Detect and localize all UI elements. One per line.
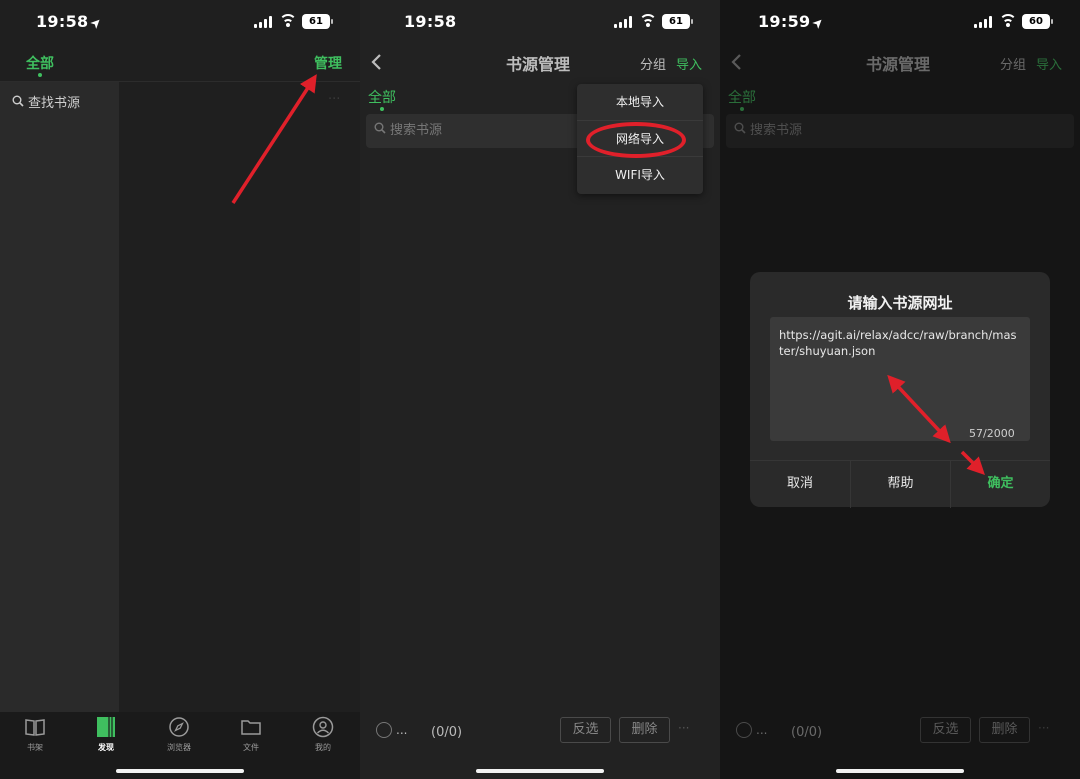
- help-button[interactable]: 帮助: [850, 461, 950, 508]
- cellular-signal-icon: [254, 16, 272, 28]
- category-sidebar: [0, 82, 119, 712]
- import-button[interactable]: 导入: [1036, 54, 1062, 73]
- status-bar: 19:58 61: [360, 0, 720, 46]
- search-label: 查找书源: [28, 96, 81, 111]
- import-button[interactable]: 导入: [676, 54, 702, 73]
- location-arrow-icon: ➤: [809, 14, 829, 33]
- battery-icon: 61: [662, 14, 693, 29]
- back-icon[interactable]: [730, 53, 744, 71]
- char-counter: 57/2000: [969, 427, 1015, 440]
- select-all-radio[interactable]: [736, 722, 752, 738]
- delete-button[interactable]: 删除: [979, 717, 1030, 743]
- nav-browser[interactable]: 浏览器: [154, 716, 204, 753]
- manage-button[interactable]: 管理: [314, 53, 342, 73]
- dialog-title: 请输入书源网址: [847, 294, 953, 312]
- page-title: 书源管理: [866, 55, 931, 74]
- menu-item-wifi-import[interactable]: WIFI导入: [577, 156, 703, 192]
- tab-all[interactable]: 全部: [368, 87, 396, 107]
- more-icon[interactable]: ···: [1038, 721, 1049, 735]
- search-icon: [12, 95, 24, 107]
- menu-item-local-import[interactable]: 本地导入: [577, 84, 703, 120]
- dialog-actions: 取消 帮助 确定: [750, 460, 1050, 508]
- nav-label: 我的: [315, 743, 331, 752]
- invert-selection-button[interactable]: 反选: [560, 717, 611, 743]
- battery-icon: 61: [302, 14, 333, 29]
- screen-discover: 19:58➤ 61 全部 管理 查找书源 ··· 书架 发现 浏览器 文件 我的: [0, 0, 360, 779]
- book-icon: [25, 719, 45, 736]
- select-all-label: ...: [756, 723, 768, 737]
- cancel-button[interactable]: 取消: [750, 461, 850, 508]
- more-icon[interactable]: ···: [328, 92, 340, 107]
- invert-selection-button[interactable]: 反选: [920, 717, 971, 743]
- compass-icon: [169, 717, 189, 737]
- nav-label: 书架: [27, 743, 43, 752]
- search-input[interactable]: 搜索书源: [726, 114, 1074, 148]
- cellular-signal-icon: [614, 16, 632, 28]
- folder-icon: [241, 720, 261, 735]
- wifi-icon: [279, 14, 297, 28]
- more-icon[interactable]: ···: [678, 721, 689, 735]
- select-all-label: ...: [396, 723, 408, 737]
- tab-all[interactable]: 全部: [26, 53, 54, 73]
- discover-icon: [97, 717, 115, 737]
- cellular-signal-icon: [974, 16, 992, 28]
- nav-bookshelf[interactable]: 书架: [10, 716, 60, 753]
- wifi-icon: [999, 14, 1017, 28]
- status-time: 19:58➤: [36, 12, 107, 33]
- user-icon: [312, 716, 334, 738]
- nav-discover[interactable]: 发现: [81, 716, 131, 753]
- nav-mine[interactable]: 我的: [298, 716, 348, 753]
- search-placeholder: 搜索书源: [390, 123, 443, 138]
- url-textarea[interactable]: https://agit.ai/relax/adcc/raw/branch/ma…: [770, 317, 1030, 441]
- battery-icon: 60: [1022, 14, 1053, 29]
- status-bar: 19:58➤ 61: [0, 0, 360, 46]
- url-input-dialog: 请输入书源网址 https://agit.ai/relax/adcc/raw/b…: [750, 272, 1050, 508]
- select-all-radio[interactable]: [376, 722, 392, 738]
- nav-label: 发现: [98, 743, 114, 752]
- selection-count: (0/0): [431, 725, 463, 740]
- status-time: 19:58: [404, 12, 457, 31]
- home-indicator: [476, 769, 604, 773]
- group-button[interactable]: 分组: [1000, 54, 1026, 73]
- page-title: 书源管理: [506, 55, 571, 74]
- delete-button[interactable]: 删除: [619, 717, 670, 743]
- search-icon: [374, 122, 386, 134]
- search-icon: [734, 122, 746, 134]
- location-arrow-icon: ➤: [87, 14, 107, 33]
- nav-label: 浏览器: [167, 743, 191, 752]
- selection-count: (0/0): [791, 725, 823, 740]
- home-indicator: [116, 769, 244, 773]
- search-sources-button[interactable]: 查找书源: [12, 92, 80, 111]
- home-indicator: [836, 769, 964, 773]
- tab-indicator: [380, 107, 384, 111]
- wifi-icon: [639, 14, 657, 28]
- search-placeholder: 搜索书源: [750, 123, 803, 138]
- confirm-button[interactable]: 确定: [950, 461, 1050, 508]
- nav-label: 文件: [243, 743, 259, 752]
- tab-indicator: [740, 107, 744, 111]
- status-time: 19:59➤: [758, 12, 829, 33]
- highlight-circle: [586, 122, 686, 158]
- tab-indicator: [38, 73, 42, 77]
- nav-files[interactable]: 文件: [226, 716, 276, 753]
- back-icon[interactable]: [370, 53, 384, 71]
- tab-all[interactable]: 全部: [728, 87, 756, 107]
- status-bar: 19:59➤ 60: [720, 0, 1080, 46]
- group-button[interactable]: 分组: [640, 54, 666, 73]
